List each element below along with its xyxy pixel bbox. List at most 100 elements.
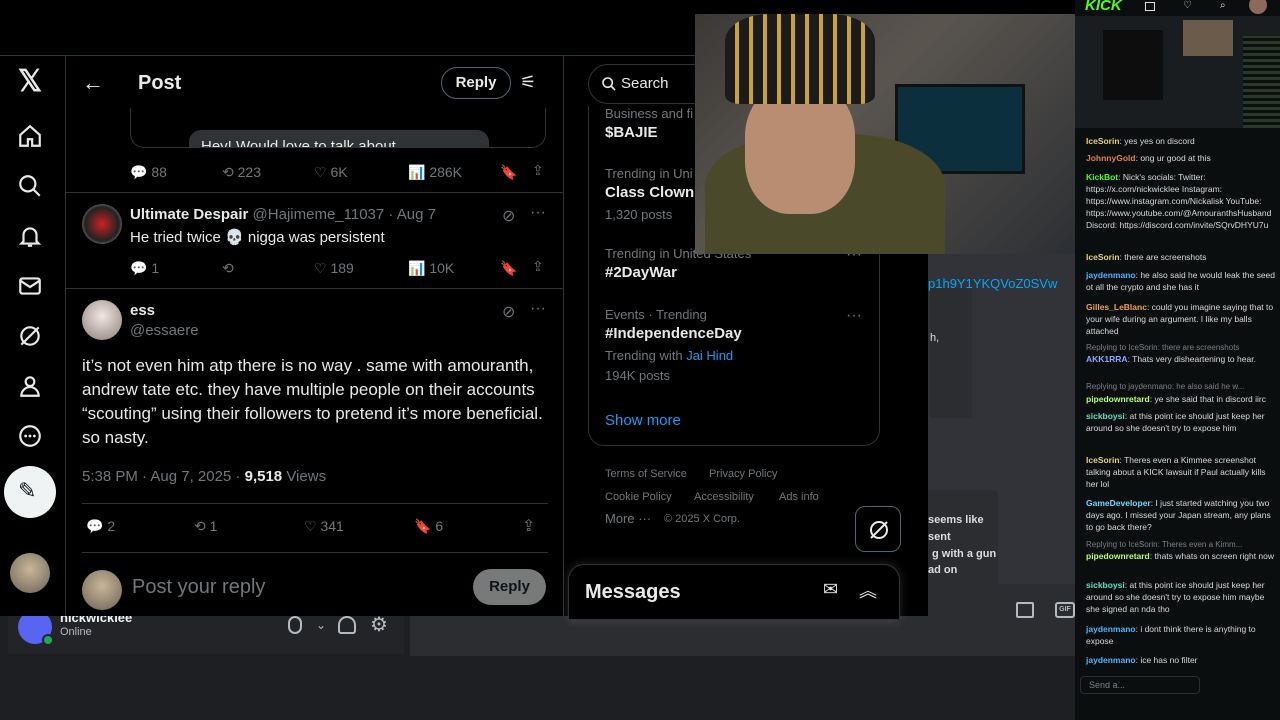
search-placeholder: Search xyxy=(621,75,669,92)
bookmark-icon[interactable]: 🔖 xyxy=(500,164,517,181)
reply-views-count: 10K xyxy=(429,260,455,276)
main-post-avatar[interactable] xyxy=(82,300,122,340)
trend-4-with-link[interactable]: Jai Hind xyxy=(686,348,733,363)
chat-username[interactable]: jaydenmano xyxy=(1086,624,1136,634)
expand-chevron-icon[interactable]: ︽ xyxy=(859,577,877,603)
chat-username[interactable]: GameDeveloper xyxy=(1086,498,1151,508)
chat-username[interactable]: pipedownretard xyxy=(1086,551,1150,561)
reply-compose-input[interactable]: Post your reply xyxy=(132,576,265,599)
top-post-views[interactable]: 📊 286K xyxy=(408,164,462,181)
main-bookmarks[interactable]: 🔖 6 xyxy=(414,518,443,535)
trend-1-category: Business and fi xyxy=(605,106,694,121)
search-icon[interactable]: ⌕ xyxy=(1220,0,1226,11)
more-options-icon[interactable]: ··· xyxy=(530,204,546,222)
reply-repost-icon[interactable]: ⟲ xyxy=(222,260,234,277)
chat-username[interactable]: JohnnyGold xyxy=(1086,153,1136,163)
chat-text: : thats whats on screen right now xyxy=(1149,551,1275,561)
top-post-reposts[interactable]: ⟲ 223 xyxy=(222,164,261,181)
grok-explain-icon[interactable]: ⊘ xyxy=(502,302,515,322)
account-avatar[interactable] xyxy=(10,553,50,593)
explore-search-icon[interactable] xyxy=(16,173,44,201)
chat-username[interactable]: AKK1RRA xyxy=(1086,354,1128,364)
chat-send-input[interactable]: Send a... xyxy=(1080,676,1200,694)
chat-username[interactable]: IceSorin xyxy=(1086,252,1120,262)
kick-logo[interactable]: KICK xyxy=(1085,0,1122,14)
reply-submit-button[interactable]: Reply xyxy=(473,569,546,605)
main-reposts[interactable]: ⟲ 1 xyxy=(194,518,217,535)
top-post-replies[interactable]: 💬 88 xyxy=(130,164,167,181)
header-reply-button[interactable]: Reply xyxy=(441,67,511,99)
trend-4-more-icon[interactable]: ··· xyxy=(846,307,862,325)
terms-link[interactable]: Terms of Service xyxy=(605,468,687,480)
share-icon[interactable]: ⇪ xyxy=(532,162,544,179)
main-post-author-handle[interactable]: @essaere xyxy=(130,322,199,339)
main-replies[interactable]: 💬 2 xyxy=(86,518,115,535)
main-post-author-name[interactable]: ess xyxy=(130,302,155,319)
heart-icon[interactable]: ♡ xyxy=(1183,0,1192,11)
trend-4-posts: 194K posts xyxy=(605,368,671,383)
notifications-bell-icon[interactable] xyxy=(16,223,44,251)
microphone-icon[interactable] xyxy=(288,616,302,634)
reply-likes[interactable]: ♡ 189 xyxy=(314,260,354,277)
kick-avatar[interactable] xyxy=(1249,0,1267,14)
main-post-time[interactable]: 5:38 PM · Aug 7, 2025 · xyxy=(82,468,240,485)
accessibility-link[interactable]: Accessibility xyxy=(694,491,754,503)
main-likes[interactable]: ♡ 341 xyxy=(304,518,344,535)
chat-username[interactable]: pipedownretard xyxy=(1086,394,1150,404)
chat-username[interactable]: sickboysi xyxy=(1086,580,1125,590)
reply-replies[interactable]: 💬 1 xyxy=(130,260,159,277)
more-options-icon[interactable]: ··· xyxy=(530,300,546,318)
headphones-icon[interactable] xyxy=(338,616,356,634)
chat-username[interactable]: KickBot xyxy=(1086,172,1118,182)
reply-bookmark-icon[interactable]: 🔖 xyxy=(500,260,517,277)
grok-icon[interactable] xyxy=(16,323,44,351)
top-post-likes[interactable]: ♡ 6K xyxy=(314,164,348,181)
grok-explain-icon[interactable]: ⊘ xyxy=(502,206,515,226)
reply-author-line: Ultimate Despair @Hajimeme_11037 · Aug 7 xyxy=(130,206,436,223)
x-logo-icon[interactable]: 𝕏 xyxy=(16,67,44,97)
more-footer-link[interactable]: More ··· xyxy=(605,511,651,526)
messages-drawer[interactable]: Messages ✉ ︽ xyxy=(568,564,900,620)
privacy-link[interactable]: Privacy Policy xyxy=(709,468,777,480)
profile-icon[interactable] xyxy=(16,373,44,401)
discord-fragment-4: ad on xyxy=(928,564,958,576)
reply-share-icon[interactable]: ⇪ xyxy=(532,258,544,275)
reply-author-name[interactable]: Ultimate Despair xyxy=(130,206,248,223)
gift-icon[interactable] xyxy=(1016,602,1034,618)
reply-avatar[interactable] xyxy=(82,204,122,244)
main-share-icon[interactable]: ⇪ xyxy=(522,516,535,536)
chat-username[interactable]: jaydenmano xyxy=(1086,270,1136,280)
library-icon[interactable] xyxy=(1145,2,1155,11)
trend-4-name[interactable]: #IndependenceDay xyxy=(605,325,742,342)
quoted-card[interactable]: Hey! Would love to talk about xyxy=(130,108,546,148)
cookie-link[interactable]: Cookie Policy xyxy=(605,491,672,503)
reply-views[interactable]: 📊 10K xyxy=(408,260,454,277)
kick-chat-panel: KICK ♡ ⌕ IceSorin: yes yes on discord Jo… xyxy=(1075,0,1280,720)
webcam-feed xyxy=(695,14,1075,254)
chat-message: IceSorin: Theres even a Kimmee screensho… xyxy=(1086,454,1276,490)
trend-1-name[interactable]: $BAJIE xyxy=(605,124,658,141)
ads-info-link[interactable]: Ads info xyxy=(779,491,819,503)
back-arrow-icon[interactable]: ← xyxy=(82,70,104,96)
preview-chat xyxy=(1243,36,1280,128)
chat-username[interactable]: Gilles_LeBlanc xyxy=(1086,302,1147,312)
reply-author-handle[interactable]: @Hajimeme_11037 xyxy=(253,206,385,223)
chevron-down-icon[interactable]: ⌄ xyxy=(316,618,326,632)
messages-mail-icon[interactable] xyxy=(16,273,44,301)
divider xyxy=(66,288,564,289)
trend-3-name[interactable]: #2DayWar xyxy=(605,264,677,281)
preview-webcam xyxy=(1183,20,1233,56)
new-message-icon[interactable]: ✉ xyxy=(823,579,838,600)
filter-sliders-icon[interactable]: ⚟ xyxy=(520,72,536,93)
trend-2-name[interactable]: Class Clown xyxy=(605,184,694,201)
compose-post-button[interactable]: ✎ xyxy=(4,466,56,518)
gif-icon[interactable]: GIF xyxy=(1055,602,1075,618)
chat-username[interactable]: jaydenmano xyxy=(1086,655,1136,665)
chat-username[interactable]: IceSorin xyxy=(1086,455,1120,465)
home-icon[interactable] xyxy=(16,123,44,151)
more-circle-icon[interactable] xyxy=(16,423,44,451)
chat-username[interactable]: IceSorin xyxy=(1086,136,1120,146)
grok-floating-button[interactable] xyxy=(855,506,901,552)
show-more-link[interactable]: Show more xyxy=(605,412,681,429)
chat-username[interactable]: sickboysi xyxy=(1086,411,1125,421)
